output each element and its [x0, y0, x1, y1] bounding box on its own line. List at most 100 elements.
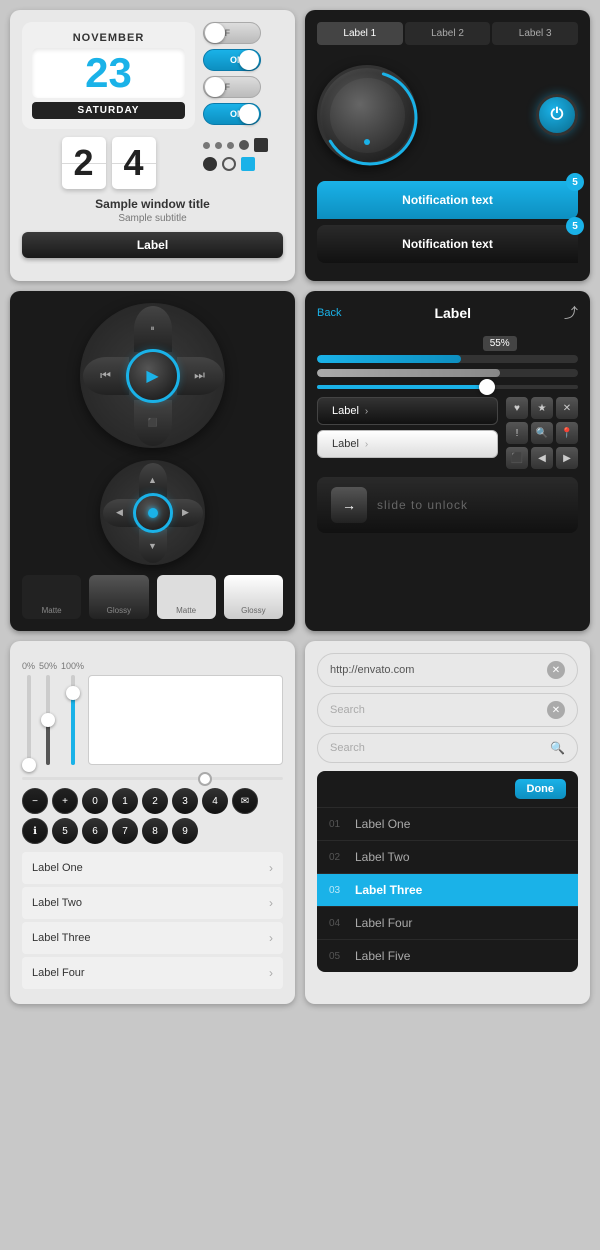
- v-slider-50: 50%: [39, 661, 57, 765]
- btn-glossy-light[interactable]: Glossy: [224, 575, 283, 619]
- v-slider-100-thumb[interactable]: [66, 686, 80, 700]
- toggle-3[interactable]: OFF: [203, 76, 261, 98]
- icon-pin[interactable]: 📍: [556, 422, 578, 444]
- numpad-mail[interactable]: ✉: [232, 788, 258, 814]
- radio-1[interactable]: [222, 157, 236, 171]
- dpad-down[interactable]: ⬛: [134, 400, 172, 446]
- numpad-2[interactable]: 2: [142, 788, 168, 814]
- icon-search[interactable]: 🔍: [531, 422, 553, 444]
- dark-list-label-2: Label Two: [355, 850, 410, 864]
- numpad-6[interactable]: 6: [82, 818, 108, 844]
- icon-row-3: ⬛ ◀ ▶: [506, 447, 578, 469]
- toggle-2[interactable]: ON: [203, 49, 261, 71]
- icon-exclaim[interactable]: !: [506, 422, 528, 444]
- list-item-1[interactable]: Label One ›: [22, 852, 283, 884]
- icon-star[interactable]: ★: [531, 397, 553, 419]
- joystick-center[interactable]: [133, 493, 173, 533]
- dark-list-item-1[interactable]: 01 Label One: [317, 807, 578, 840]
- numpad-3[interactable]: 3: [172, 788, 198, 814]
- mid-left-panel: ⏸ ⏮ ▶ ⏭ ⬛: [10, 291, 295, 631]
- flip-card-1: 2: [62, 137, 106, 189]
- numpad-4[interactable]: 4: [202, 788, 228, 814]
- done-button[interactable]: Done: [515, 779, 567, 799]
- dark-list-item-4[interactable]: 04 Label Four: [317, 906, 578, 939]
- checkbox-checked[interactable]: [241, 157, 255, 171]
- dark-list-item-3-active[interactable]: 03 Label Three: [317, 873, 578, 906]
- list-item-2[interactable]: Label Two ›: [22, 887, 283, 919]
- dpad-up[interactable]: ⏸: [134, 306, 172, 352]
- url-clear-btn[interactable]: ✕: [547, 661, 565, 679]
- numpad-0[interactable]: 0: [82, 788, 108, 814]
- icon-box1[interactable]: ⬛: [506, 447, 528, 469]
- list-item-4-arrow: ›: [269, 966, 273, 980]
- numpad-7[interactable]: 7: [112, 818, 138, 844]
- white-btn-1[interactable]: Label ›: [317, 430, 498, 458]
- dark-btn-1[interactable]: Label ›: [317, 397, 498, 425]
- icon-box2[interactable]: ◀: [531, 447, 553, 469]
- list-item-4[interactable]: Label Four ›: [22, 957, 283, 989]
- v-slider-100-track[interactable]: [71, 675, 75, 765]
- numpad-info[interactable]: ℹ: [22, 818, 48, 844]
- v-slider-0-thumb[interactable]: [22, 758, 36, 772]
- list-item-3[interactable]: Label Three ›: [22, 922, 283, 954]
- v-slider-0-track[interactable]: [27, 675, 31, 765]
- dpad-right[interactable]: ⏭: [177, 357, 223, 395]
- text-area-box[interactable]: [88, 675, 283, 765]
- numpad-5[interactable]: 5: [52, 818, 78, 844]
- bottom-left-panel: 0% 50% 100%: [10, 641, 295, 1004]
- numpad-9[interactable]: 9: [172, 818, 198, 844]
- knob[interactable]: [317, 65, 417, 165]
- calendar-date: 23: [32, 48, 185, 98]
- btn-matte-dark[interactable]: Matte: [22, 575, 81, 619]
- dark-list-item-2[interactable]: 02 Label Two: [317, 840, 578, 873]
- numpad-plus[interactable]: +: [52, 788, 78, 814]
- numpad-1[interactable]: 1: [112, 788, 138, 814]
- search-placeholder-2[interactable]: Search: [330, 742, 550, 754]
- top-right-panel: Label 1 Label 2 Label 3 ⏻ Notification t…: [305, 10, 590, 281]
- tab-label-2[interactable]: Label 2: [405, 22, 491, 45]
- toggle-2-thumb: [239, 50, 259, 70]
- h-slider-track[interactable]: [22, 777, 283, 780]
- icon-heart[interactable]: ♥: [506, 397, 528, 419]
- v-slider-50-label: 50%: [39, 661, 57, 671]
- power-button[interactable]: ⏻: [536, 94, 578, 136]
- toggle-1[interactable]: OFF: [203, 22, 261, 44]
- dark-btn-1-arrow: ›: [365, 406, 368, 417]
- v-slider-50-thumb[interactable]: [41, 713, 55, 727]
- search-clear-btn-1[interactable]: ✕: [547, 701, 565, 719]
- dpad-left[interactable]: ⏮: [83, 357, 129, 395]
- share-icon[interactable]: ⤴: [564, 303, 578, 323]
- slide-arrow-button[interactable]: →: [331, 487, 367, 523]
- v-slider-50-track[interactable]: [46, 675, 50, 765]
- icon-box3[interactable]: ▶: [556, 447, 578, 469]
- h-slider-thumb[interactable]: [198, 772, 212, 786]
- tab-label-3[interactable]: Label 3: [492, 22, 578, 45]
- dpad-play[interactable]: ▶: [126, 349, 180, 403]
- numpad-8[interactable]: 8: [142, 818, 168, 844]
- btn-glossy-dark[interactable]: Glossy: [89, 575, 148, 619]
- dark-list-label-3: Label Three: [355, 883, 422, 897]
- joy-down[interactable]: ▼: [139, 529, 167, 563]
- dark-list-header: Done: [317, 771, 578, 807]
- tab-label-1[interactable]: Label 1: [317, 22, 403, 45]
- back-button[interactable]: Back: [317, 307, 341, 319]
- url-input-text[interactable]: http://envato.com: [330, 664, 547, 676]
- btn-matte-light[interactable]: Matte: [157, 575, 216, 619]
- joy-left[interactable]: ◀: [103, 499, 137, 527]
- dark-list-item-5[interactable]: 05 Label Five: [317, 939, 578, 972]
- search-placeholder-1[interactable]: Search: [330, 704, 547, 716]
- slide-unlock[interactable]: → slide to unlock: [317, 477, 578, 533]
- joy-right[interactable]: ▶: [169, 499, 203, 527]
- label-button[interactable]: Label: [22, 232, 283, 258]
- icon-close[interactable]: ✕: [556, 397, 578, 419]
- joy-up[interactable]: ▲: [139, 463, 167, 497]
- search-icon[interactable]: 🔍: [550, 741, 565, 755]
- window-subtitle: Sample subtitle: [22, 213, 283, 224]
- dark-list-label-4: Label Four: [355, 916, 412, 930]
- calendar-section: NOVEMBER 23 SATURDAY 2 4: [22, 22, 195, 189]
- slider-track[interactable]: [317, 385, 578, 389]
- button-samples: Matte Glossy Matte Glossy: [22, 575, 283, 619]
- numpad-minus[interactable]: −: [22, 788, 48, 814]
- toggle-4[interactable]: ON: [203, 103, 261, 125]
- slider-thumb[interactable]: [479, 379, 495, 395]
